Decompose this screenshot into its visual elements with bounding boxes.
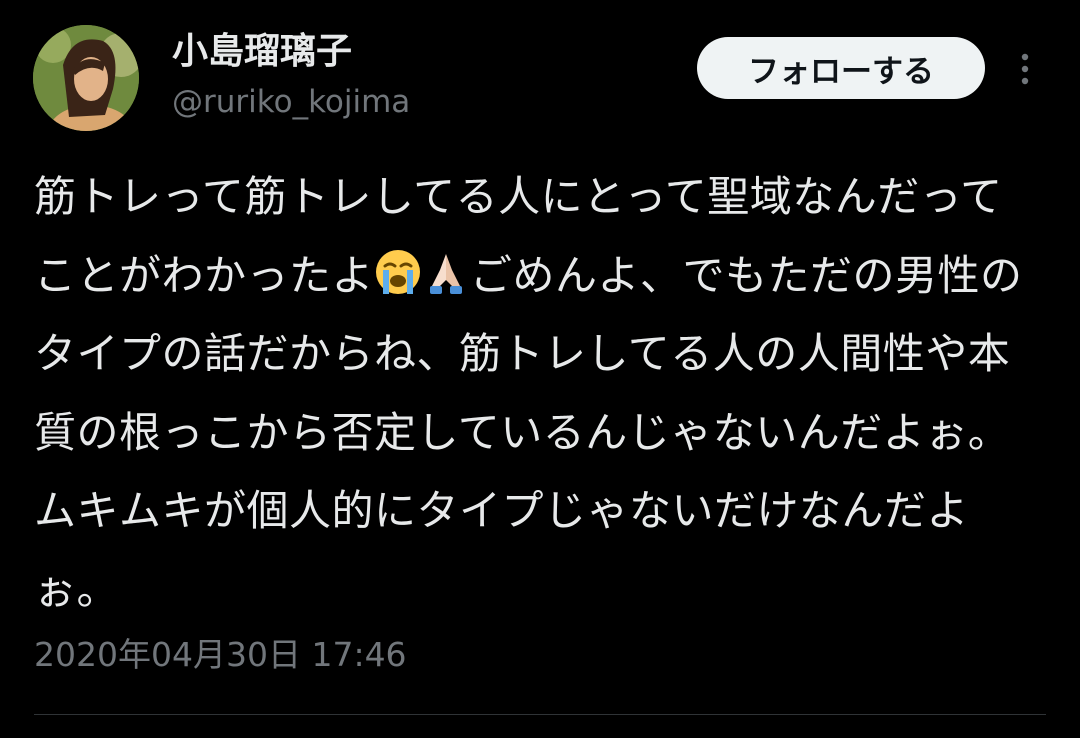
tweet-timestamp[interactable]: 2020年04月30日 17:46 xyxy=(34,630,407,680)
divider xyxy=(34,714,1046,715)
loudly-crying-face-icon xyxy=(376,249,421,294)
more-vertical-icon[interactable] xyxy=(1010,49,1040,89)
tweet-text-part2: ごめんよ、でもただの男性のタイプの話だからね、筋トレしてる人の人間性や本質の根っ… xyxy=(34,250,1023,614)
follow-button[interactable]: フォローする xyxy=(697,37,985,99)
folded-hands-icon xyxy=(430,253,463,294)
avatar[interactable] xyxy=(33,25,139,131)
user-handle[interactable]: @ruriko_kojima xyxy=(172,82,410,122)
display-name[interactable]: 小島瑠璃子 xyxy=(172,30,352,74)
avatar-photo xyxy=(33,25,139,131)
tweet-text: 筋トレって筋トレしてる人にとって聖域なんだってことがわかったよ ごめんよ、でもた… xyxy=(34,158,1044,629)
